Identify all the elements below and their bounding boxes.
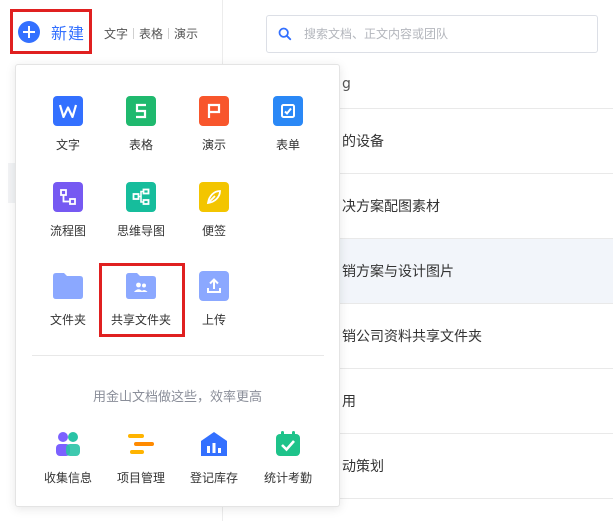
app-inventory[interactable]: 登记库存	[182, 429, 246, 486]
new-button[interactable]: 新建	[10, 9, 92, 54]
folder-icon	[53, 271, 83, 301]
menu-item-label: 文件夹	[49, 313, 86, 327]
plus-icon	[18, 20, 40, 43]
search-icon	[278, 27, 292, 41]
app-label: 登记库存	[189, 471, 238, 485]
file-name: 用	[342, 394, 356, 410]
menu-item-flowchart[interactable]: 流程图	[36, 182, 100, 239]
attendance-icon	[273, 429, 303, 459]
menu-item-label: 便签	[201, 224, 226, 238]
app-attendance[interactable]: 统计考勤	[256, 429, 320, 486]
menu-item-note[interactable]: 便签	[182, 182, 246, 239]
app-label: 收集信息	[43, 471, 92, 485]
menu-item-mindmap[interactable]: 思维导图	[109, 182, 173, 239]
divider	[168, 28, 170, 39]
flowchart-icon	[53, 182, 83, 212]
file-name: 的设备	[342, 134, 384, 150]
search-box[interactable]	[266, 15, 598, 53]
quick-link-sheet[interactable]: 表格	[139, 25, 163, 42]
divider	[133, 28, 135, 39]
menu-item-label: 流程图	[49, 224, 86, 238]
menu-item-label: 思维导图	[116, 224, 165, 238]
menu-item-label: 表单	[275, 138, 300, 152]
file-name: 动策划	[342, 459, 384, 475]
menu-item-upload[interactable]: 上传	[182, 271, 246, 328]
menu-item-form[interactable]: 表单	[256, 96, 320, 153]
presentation-icon	[199, 96, 229, 126]
file-name: 销方案与设计图片	[342, 264, 454, 280]
highlight-box	[99, 263, 185, 337]
menu-item-sheet[interactable]: 表格	[109, 96, 173, 153]
promo-text: 用金山文档做这些，效率更高	[92, 390, 262, 405]
quick-create-links: 文字 表格 演示	[104, 25, 198, 42]
collect-info-icon	[53, 429, 83, 459]
file-name: 决方案配图素材	[342, 199, 440, 215]
app-collect-info[interactable]: 收集信息	[36, 429, 100, 486]
form-icon	[273, 96, 303, 126]
file-name: g	[342, 76, 351, 92]
menu-item-label: 演示	[201, 138, 226, 152]
menu-item-folder[interactable]: 文件夹	[36, 271, 100, 328]
project-management-icon	[126, 429, 156, 459]
app-label: 项目管理	[116, 471, 165, 485]
app-label: 统计考勤	[263, 471, 312, 485]
menu-item-doc[interactable]: 文字	[36, 96, 100, 153]
menu-item-slides[interactable]: 演示	[182, 96, 246, 153]
menu-item-label: 文字	[55, 138, 80, 152]
menu-item-label: 表格	[128, 138, 153, 152]
quick-link-slides[interactable]: 演示	[174, 25, 198, 42]
file-name: 销公司资料共享文件夹	[342, 329, 482, 345]
note-icon	[199, 182, 229, 212]
menu-divider	[32, 355, 324, 356]
new-button-label: 新建	[51, 23, 86, 43]
new-menu-popup: 文字 表格 演示 表单 流程图 思维导图 便签 文件夹 共享文件夹 上传 用金山…	[15, 64, 340, 507]
mindmap-icon	[126, 182, 156, 212]
upload-icon	[199, 271, 229, 301]
spreadsheet-icon	[126, 96, 156, 126]
app-project-management[interactable]: 项目管理	[109, 429, 173, 486]
word-doc-icon	[53, 96, 83, 126]
search-input[interactable]	[302, 26, 586, 42]
menu-item-label: 上传	[201, 313, 226, 327]
quick-link-doc[interactable]: 文字	[104, 25, 128, 42]
inventory-icon	[199, 429, 229, 459]
